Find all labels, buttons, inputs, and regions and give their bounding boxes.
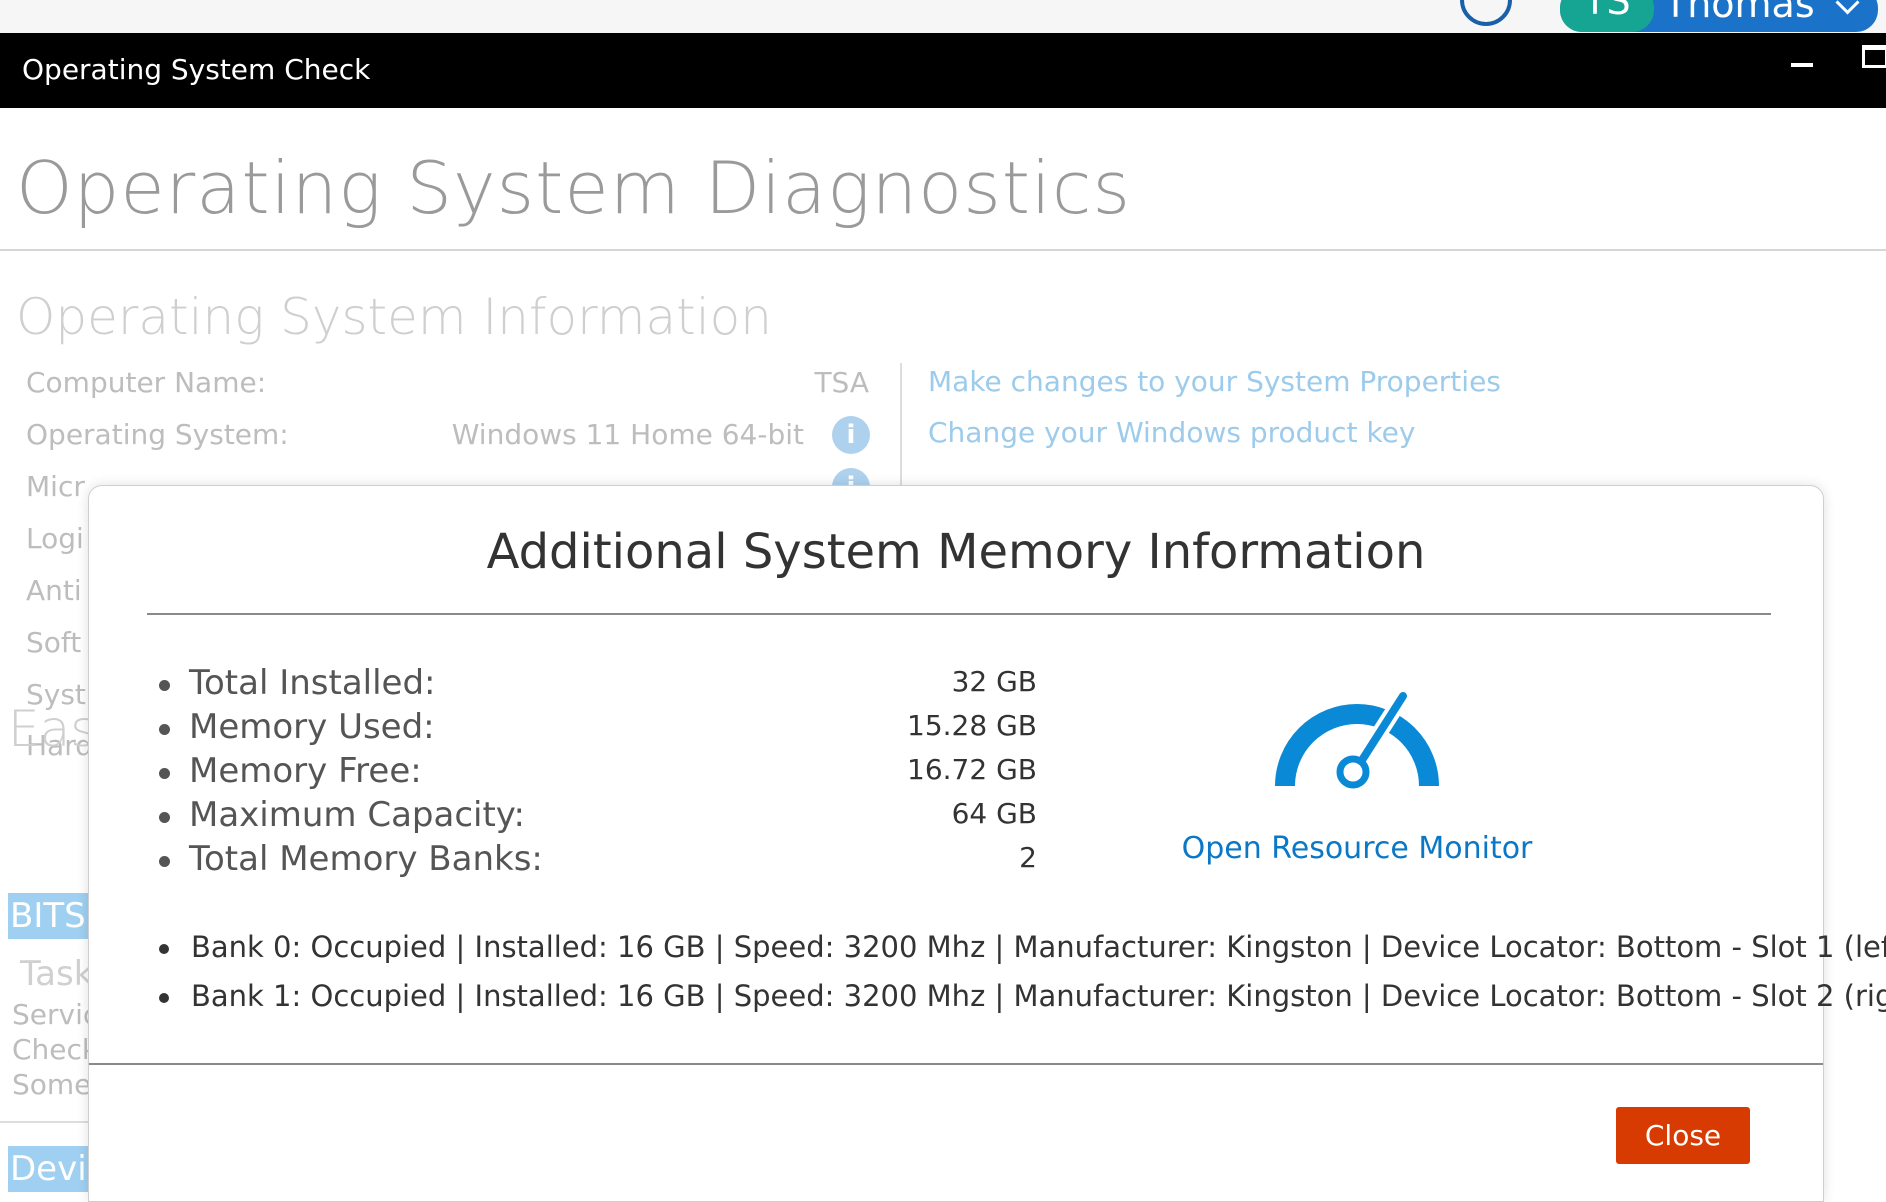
info-label-operating-system: Operating System:	[26, 418, 289, 451]
page-divider	[0, 249, 1886, 251]
info-value-operating-system: Windows 11 Home 64-bit	[451, 418, 804, 451]
open-resource-monitor-link[interactable]: Open Resource Monitor	[1169, 831, 1545, 866]
bank-0-info: Bank 0: Occupied | Installed: 16 GB | Sp…	[191, 930, 1886, 964]
stat-label-memory-used: Memory Used:	[189, 707, 435, 747]
ring-icon[interactable]	[1460, 0, 1512, 26]
chevron-down-icon[interactable]	[1835, 0, 1860, 15]
modal-title: Additional System Memory Information	[486, 524, 1426, 580]
stat-label-maximum-capacity: Maximum Capacity:	[189, 795, 525, 835]
bullet	[159, 812, 170, 823]
maximize-icon[interactable]	[1862, 45, 1886, 68]
list-item: Some	[12, 1068, 92, 1101]
list-item: Check	[12, 1033, 99, 1066]
stat-value-maximum-capacity: 64 GB	[951, 797, 1037, 830]
info-value-computer-name: TSA	[814, 366, 869, 399]
stat-value-total-installed: 32 GB	[951, 665, 1037, 698]
minimize-icon[interactable]	[1791, 63, 1813, 67]
info-label-computer-name: Computer Name:	[26, 366, 267, 399]
user-name: Thomas	[1664, 0, 1815, 26]
stat-label-memory-free: Memory Free:	[189, 751, 422, 791]
stat-value-total-memory-banks: 2	[1019, 841, 1037, 874]
info-label-software: Soft	[26, 626, 82, 659]
section-title: Operating System Information	[16, 288, 772, 346]
memory-info-modal: Additional System Memory Information Tot…	[88, 485, 1886, 1202]
bullet	[159, 856, 170, 867]
task-label: Task	[20, 954, 94, 994]
product-key-link[interactable]: Change your Windows product key	[928, 416, 1415, 449]
vertical-divider	[900, 363, 902, 503]
user-menu[interactable]: TS Thomas	[1560, 0, 1878, 32]
gauge-icon[interactable]	[1275, 686, 1439, 796]
modal-footer-divider	[89, 1063, 1823, 1065]
bullet	[159, 680, 170, 691]
bits-label[interactable]: BITS	[8, 893, 94, 939]
bullet	[159, 768, 170, 779]
bullet	[159, 724, 170, 735]
bullet	[159, 944, 169, 954]
list-item: Servic	[12, 998, 99, 1031]
bullet	[159, 993, 169, 1003]
info-label-login: Logi	[26, 522, 84, 555]
window-title: Operating System Check	[22, 53, 371, 86]
stat-value-memory-free: 16.72 GB	[907, 753, 1037, 786]
page-title: Operating System Diagnostics	[16, 146, 1132, 230]
stat-label-total-installed: Total Installed:	[189, 663, 436, 703]
system-properties-link[interactable]: Make changes to your System Properties	[928, 365, 1501, 398]
stat-value-memory-used: 15.28 GB	[907, 709, 1037, 742]
avatar: TS	[1560, 0, 1654, 32]
close-button[interactable]: Close	[1616, 1107, 1750, 1164]
info-icon[interactable]: i	[832, 416, 870, 454]
info-label-antivirus: Anti	[26, 574, 82, 607]
modal-divider	[147, 613, 1771, 615]
device-label[interactable]: Devic	[8, 1146, 105, 1192]
top-strip: TS Thomas	[0, 0, 1886, 33]
bank-1-info: Bank 1: Occupied | Installed: 16 GB | Sp…	[191, 979, 1886, 1013]
title-bar: Operating System Check	[0, 33, 1886, 108]
info-label-office-status: Micr	[26, 470, 85, 503]
left-divider	[0, 1121, 100, 1123]
stat-label-total-memory-banks: Total Memory Banks:	[189, 839, 543, 879]
